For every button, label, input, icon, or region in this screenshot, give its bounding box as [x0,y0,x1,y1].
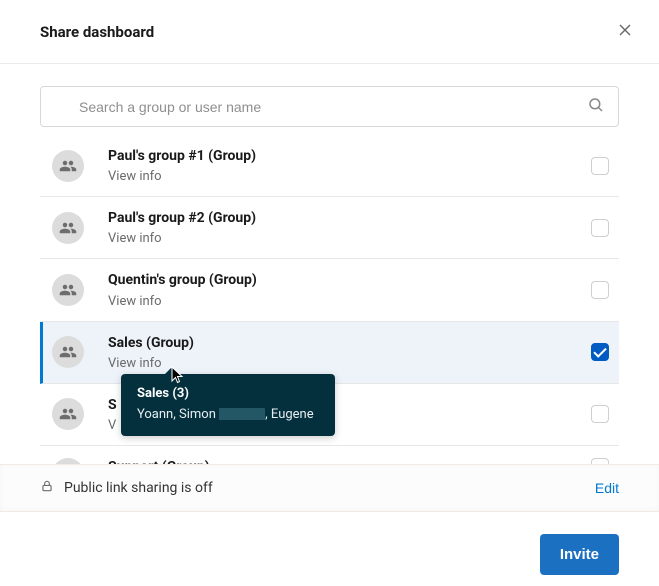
list-item-main: Quentin's group (Group) View info [108,271,591,308]
dialog-footer: Invite [0,512,659,586]
search-wrap [40,86,619,127]
redacted-name [219,408,265,420]
group-members-tooltip: Sales (3) Yoann, Simon , Eugene [121,374,335,436]
list-item[interactable]: Support (Group) [40,446,619,464]
list-item-checkbox[interactable] [591,405,609,423]
list-item-title: Sales (Group) [108,334,591,352]
list-item-main: Support (Group) [108,458,591,464]
list-item-title: Quentin's group (Group) [108,271,591,289]
list-item[interactable]: Paul's group #1 (Group) View info [40,139,619,197]
group-avatar [52,274,84,306]
public-link-bar: Public link sharing is off Edit [0,464,659,512]
edit-public-link-button[interactable]: Edit [595,480,619,496]
group-avatar [52,398,84,430]
group-avatar [52,212,84,244]
group-avatar [52,458,84,464]
invite-button[interactable]: Invite [540,534,619,575]
view-info-link[interactable]: V [108,418,116,433]
view-info-link[interactable]: View info [108,231,162,246]
list-item[interactable]: Sales (Group) View info Sales (3) Yoann,… [40,322,619,384]
people-icon [59,157,77,175]
dialog-title: Share dashboard [40,23,154,41]
list-item-title: Support (Group) [108,458,591,464]
people-icon [59,405,77,423]
list-item-main: Paul's group #2 (Group) View info [108,209,591,246]
close-icon [617,22,633,38]
list-item-checkbox[interactable] [591,343,609,361]
people-icon [59,343,77,361]
list-item-checkbox[interactable] [591,458,609,464]
list-item-checkbox[interactable] [591,281,609,299]
list-item-main: Sales (Group) View info [108,334,591,371]
public-link-status: Public link sharing is off [64,480,213,496]
view-info-link[interactable]: View info [108,294,162,309]
group-list: Paul's group #1 (Group) View info Paul's… [40,139,619,464]
list-item[interactable]: Paul's group #2 (Group) View info [40,197,619,259]
group-avatar [52,336,84,368]
close-button[interactable] [613,18,637,45]
dialog-body: Paul's group #1 (Group) View info Paul's… [0,64,659,464]
people-icon [59,281,77,299]
list-item-checkbox[interactable] [591,219,609,237]
view-info-link[interactable]: View info [108,169,162,184]
view-info-link[interactable]: View info [108,356,162,371]
dialog-header: Share dashboard [0,0,659,64]
list-item[interactable]: Quentin's group (Group) View info [40,259,619,321]
list-item-checkbox[interactable] [591,157,609,175]
search-input[interactable] [40,86,619,127]
list-item-title: Paul's group #2 (Group) [108,209,591,227]
list-item-title: Paul's group #1 (Group) [108,147,591,165]
list-item-main: Paul's group #1 (Group) View info [108,147,591,184]
group-avatar [52,150,84,182]
people-icon [59,219,77,237]
tooltip-title: Sales (3) [137,386,319,401]
tooltip-body: Yoann, Simon , Eugene [137,407,319,422]
lock-icon [40,479,54,497]
